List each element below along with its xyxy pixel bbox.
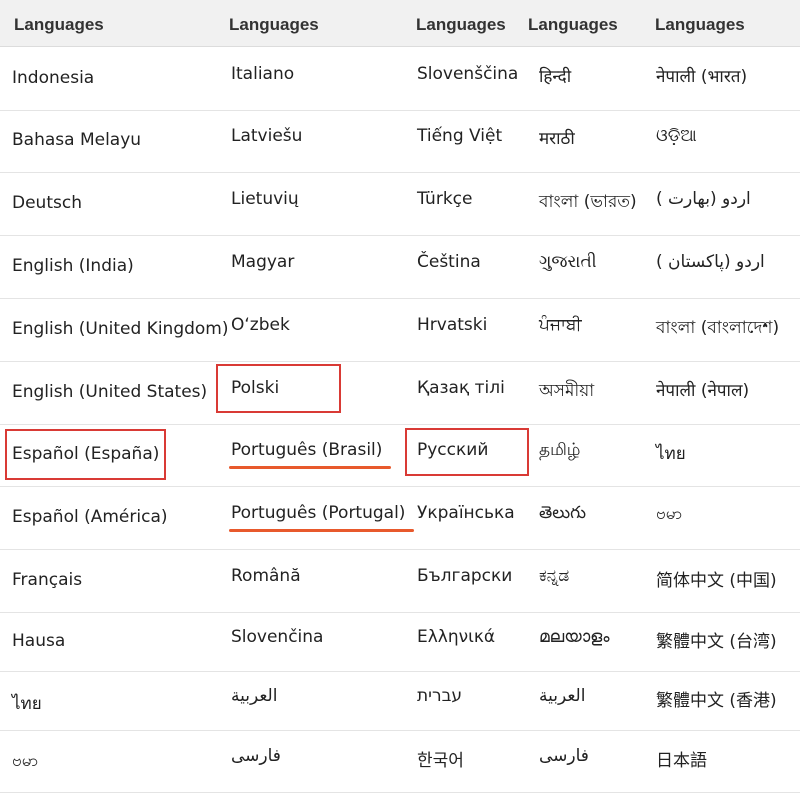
language-option[interactable]: Čeština [417,252,481,272]
language-option[interactable]: नेपाली (भारत) [656,64,747,87]
table-row: English (United Kingdom) O‘zbek Hrvatski ਪੰ… [0,298,800,362]
language-option[interactable]: ไทย [12,690,42,717]
column-header-5: Languages [655,15,745,34]
highlight-box-polski [216,364,341,413]
language-option[interactable]: Lietuvių [231,189,299,209]
column-header-4: Languages [528,15,618,34]
language-option[interactable]: Latviešu [231,126,302,146]
language-option[interactable]: Slovenščina [417,64,518,84]
language-option[interactable]: অসমীয়া [539,378,594,406]
table-row: Indonesia Italiano Slovenščina हिन्दी नेपाली… [0,47,800,111]
language-option[interactable]: Magyar [231,252,294,272]
language-option[interactable]: 한국어 [417,746,464,771]
language-option[interactable]: Deutsch [12,193,82,213]
language-option[interactable]: English (United Kingdom) [12,319,229,339]
language-option[interactable]: Қазақ тілі [417,378,505,398]
language-option[interactable]: Български [417,566,512,586]
table-row: Bahasa Melayu Latviešu Tiếng Việt मराठी ଓଡ଼ି… [0,110,800,173]
language-option[interactable]: नेपाली (नेपाल) [656,378,749,401]
language-option[interactable]: Português (Portugal) [231,503,405,523]
language-option[interactable]: Tiếng Việt [417,126,502,146]
table-header: Languages Languages Languages Languages … [0,0,800,47]
language-option[interactable]: English (United States) [12,382,207,402]
language-option[interactable]: Indonesia [12,68,94,88]
table-row: English (United States) Polski Қазақ тілі অ… [0,361,800,425]
language-option[interactable]: ಕನ್ನಡ [539,566,569,586]
language-option[interactable]: English (India) [12,256,134,276]
table-row: Deutsch Lietuvių Türkçe বাংলা (ভারত) اردو (ب… [0,172,800,236]
table-row: ไทย العربية עברית العربية 繁體中文 (香港) [0,671,800,731]
language-option[interactable]: اردو (بھارت ) [656,189,751,209]
language-option[interactable]: Hrvatski [417,315,487,335]
language-option[interactable]: فارسی [231,746,281,766]
language-option[interactable]: Română [231,566,301,586]
table-row: Hausa Slovenčina Ελληνικά മലയാളം 繁體中文 (台湾) [0,612,800,672]
language-option[interactable]: 繁體中文 (香港) [656,686,777,711]
language-option[interactable]: Português (Brasil) [231,440,382,460]
language-option[interactable]: தமிழ் [539,440,581,462]
table-row: Español (América) Português (Portugal) Укр… [0,486,800,550]
language-option[interactable]: Español (América) [12,507,168,527]
language-option[interactable]: Ελληνικά [417,627,495,647]
language-option[interactable]: 日本語 [656,746,707,771]
underline-portugues-portugal [229,529,414,532]
language-option[interactable]: 繁體中文 (台湾) [656,627,777,652]
highlight-box-russian [405,428,529,476]
language-option[interactable]: Français [12,570,82,590]
language-option[interactable]: 简体中文 (中国) [656,566,777,591]
language-option[interactable]: বাংলা (বাংলাদেশ) [656,315,779,343]
language-option[interactable]: Bahasa Melayu [12,130,141,150]
language-option[interactable]: తెలుగు [539,503,586,527]
column-header-3: Languages [416,15,506,34]
language-option[interactable]: العربية [231,686,277,706]
language-option[interactable]: ไทย [656,440,686,467]
language-option[interactable]: Українська [417,503,515,523]
language-option[interactable]: ဗမာ [12,750,38,775]
language-option[interactable]: فارسی [539,746,589,766]
language-option[interactable]: ਪੰਜਾਬੀ [539,315,582,335]
language-option[interactable]: हिन्दी [539,64,571,87]
language-option[interactable]: Italiano [231,64,294,84]
table-row: Français Română Български ಕನ್ನಡ 简体中文 (中国) [0,549,800,613]
language-option[interactable]: עברית [417,686,462,706]
language-option[interactable]: ဗမာ [656,503,682,528]
language-option[interactable]: Hausa [12,631,65,651]
language-option[interactable]: ଓଡ଼ିଆ [656,126,697,146]
language-option[interactable]: Türkçe [417,189,472,209]
table-row: English (India) Magyar Čeština ગુજરાતી اردو … [0,235,800,299]
language-option[interactable]: മലയാളം [539,627,609,647]
language-option[interactable]: ગુજરાતી [539,252,597,272]
language-option[interactable]: اردو (پاکستان ) [656,252,765,272]
language-option[interactable]: Slovenčina [231,627,323,647]
column-header-1: Languages [14,15,104,34]
language-option[interactable]: मराठी [539,126,575,149]
table-row: ဗမာ فارسی 한국어 فارسی 日本語 [0,730,800,793]
language-option[interactable]: বাংলা (ভারত) [539,189,637,217]
highlight-box-espanol-espana [5,429,166,480]
underline-portugues-brasil [229,466,391,469]
language-option[interactable]: العربية [539,686,585,706]
language-option[interactable]: O‘zbek [231,315,290,335]
column-header-2: Languages [229,15,319,34]
